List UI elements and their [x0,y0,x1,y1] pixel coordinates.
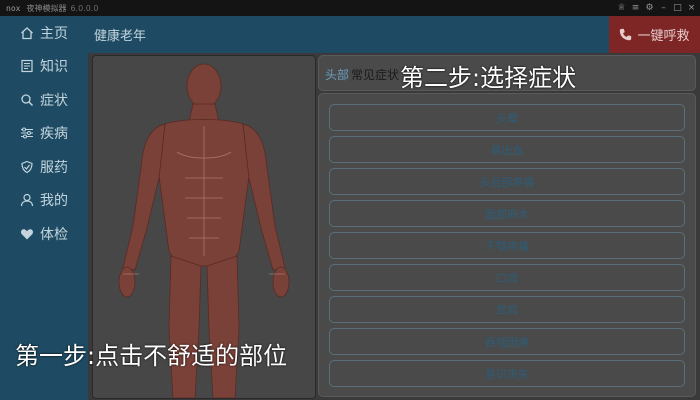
version-label: 6.0.0.0 [70,3,99,13]
symptom-button[interactable]: 鼻出血 [329,136,685,163]
home-icon [20,26,34,40]
left-arm-region [122,123,166,271]
sos-label: 一键呼救 [637,29,690,44]
sos-button[interactable]: 一键呼救 [609,16,700,53]
left-hand-region [118,266,136,298]
symptoms-panel: 头部 常见症状 头晕 鼻出血 头后部疼痛 面部麻木 下颚疼痛 口渴 耳鸣 吞咽困… [318,55,696,397]
shirt-icon[interactable]: ♕ [617,3,626,13]
symptoms-header-suffix: 常见症状 [351,68,400,82]
search-icon [20,93,34,107]
window-controls: ♕ ≡ ⚙ – □ × [617,0,696,16]
sliders-icon [20,126,34,140]
page-title: 健康老年 [94,29,147,44]
right-hand-region [272,266,290,298]
app-header: 健康老年 一键呼救 [0,16,700,53]
sidebar-item-label: 疾病 [40,126,68,143]
body-part-label: 头部 [325,68,350,82]
window-title: 夜神模拟器 [26,3,67,13]
emulator-titlebar: nox 夜神模拟器 6.0.0.0 ♕ ≡ ⚙ – □ × [0,0,700,16]
symptom-button[interactable]: 耳鸣 [329,296,685,323]
sidebar-item-checkup[interactable]: 体检 [0,217,88,251]
heart-icon [20,227,34,241]
symptom-button[interactable]: 意识丧失 [329,360,685,387]
left-leg-region [168,255,202,398]
symptom-button[interactable]: 吞咽困难 [329,328,685,355]
head-region [186,63,222,109]
sidebar-item-symptoms[interactable]: 症状 [0,83,88,117]
sidebar-item-profile[interactable]: 我的 [0,184,88,218]
step1-caption: 第一步:点击不舒适的部位 [15,342,288,370]
sidebar-item-label: 服药 [40,159,68,176]
symptom-button[interactable]: 面部麻木 [329,200,685,227]
symptom-button[interactable]: 头后部疼痛 [329,168,685,195]
sidebar-item-knowledge[interactable]: 知识 [0,50,88,84]
shield-icon [20,160,34,174]
sidebar-item-label: 知识 [40,59,68,76]
sidebar-item-home[interactable]: 主页 [0,16,88,50]
sidebar-item-label: 主页 [40,25,68,42]
book-icon [20,59,34,73]
close-icon[interactable]: × [687,3,696,13]
settings-icon[interactable]: ⚙ [645,3,654,13]
sidebar-item-label: 体检 [40,226,68,243]
sidebar-item-label: 我的 [40,193,68,210]
symptom-button[interactable]: 头晕 [329,104,685,131]
user-icon [20,193,34,207]
phone-icon [620,28,632,41]
sidebar-item-diseases[interactable]: 疾病 [0,117,88,151]
menu-icon[interactable]: ≡ [631,3,640,13]
sidebar-item-label: 症状 [40,92,68,109]
symptom-list: 头晕 鼻出血 头后部疼痛 面部麻木 下颚疼痛 口渴 耳鸣 吞咽困难 意识丧失 [318,93,696,397]
nox-logo: nox [6,3,21,13]
minimize-icon[interactable]: – [659,3,668,13]
symptom-button[interactable]: 口渴 [329,264,685,291]
right-leg-region [206,255,240,398]
step2-caption: 第二步:选择症状 [400,64,577,92]
sidebar-item-medication[interactable]: 服药 [0,150,88,184]
symptom-button[interactable]: 下颚疼痛 [329,232,685,259]
maximize-icon[interactable]: □ [673,3,682,13]
right-arm-region [242,123,286,271]
